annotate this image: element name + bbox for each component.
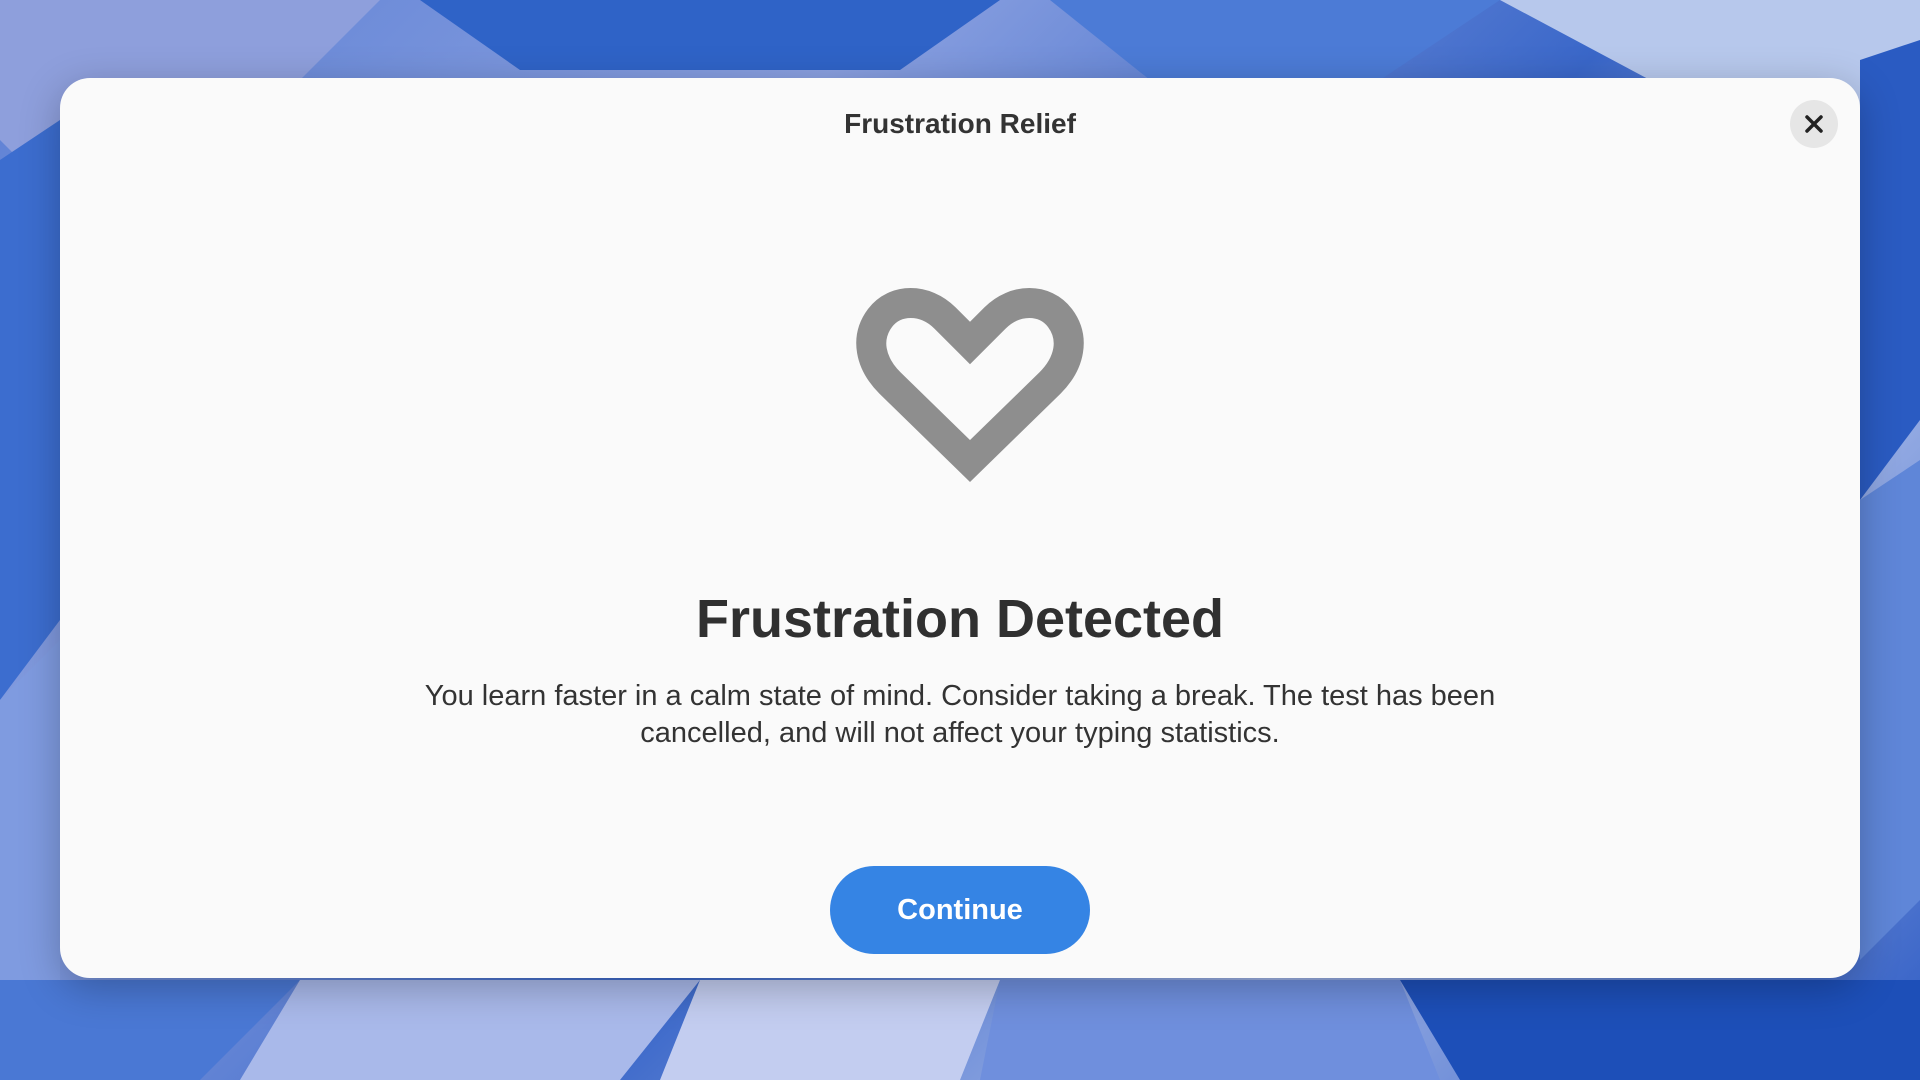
frustration-relief-dialog: Frustration Relief Frustration Detected … <box>60 78 1860 978</box>
heart-icon <box>856 288 1084 482</box>
dialog-title: Frustration Relief <box>844 108 1076 139</box>
headline: Frustration Detected <box>695 589 1225 649</box>
message-text: You learn faster in a calm state of mind… <box>424 680 1496 749</box>
close-icon <box>1805 115 1823 133</box>
continue-button[interactable]: Continue <box>830 866 1090 954</box>
close-button[interactable] <box>1790 100 1838 148</box>
